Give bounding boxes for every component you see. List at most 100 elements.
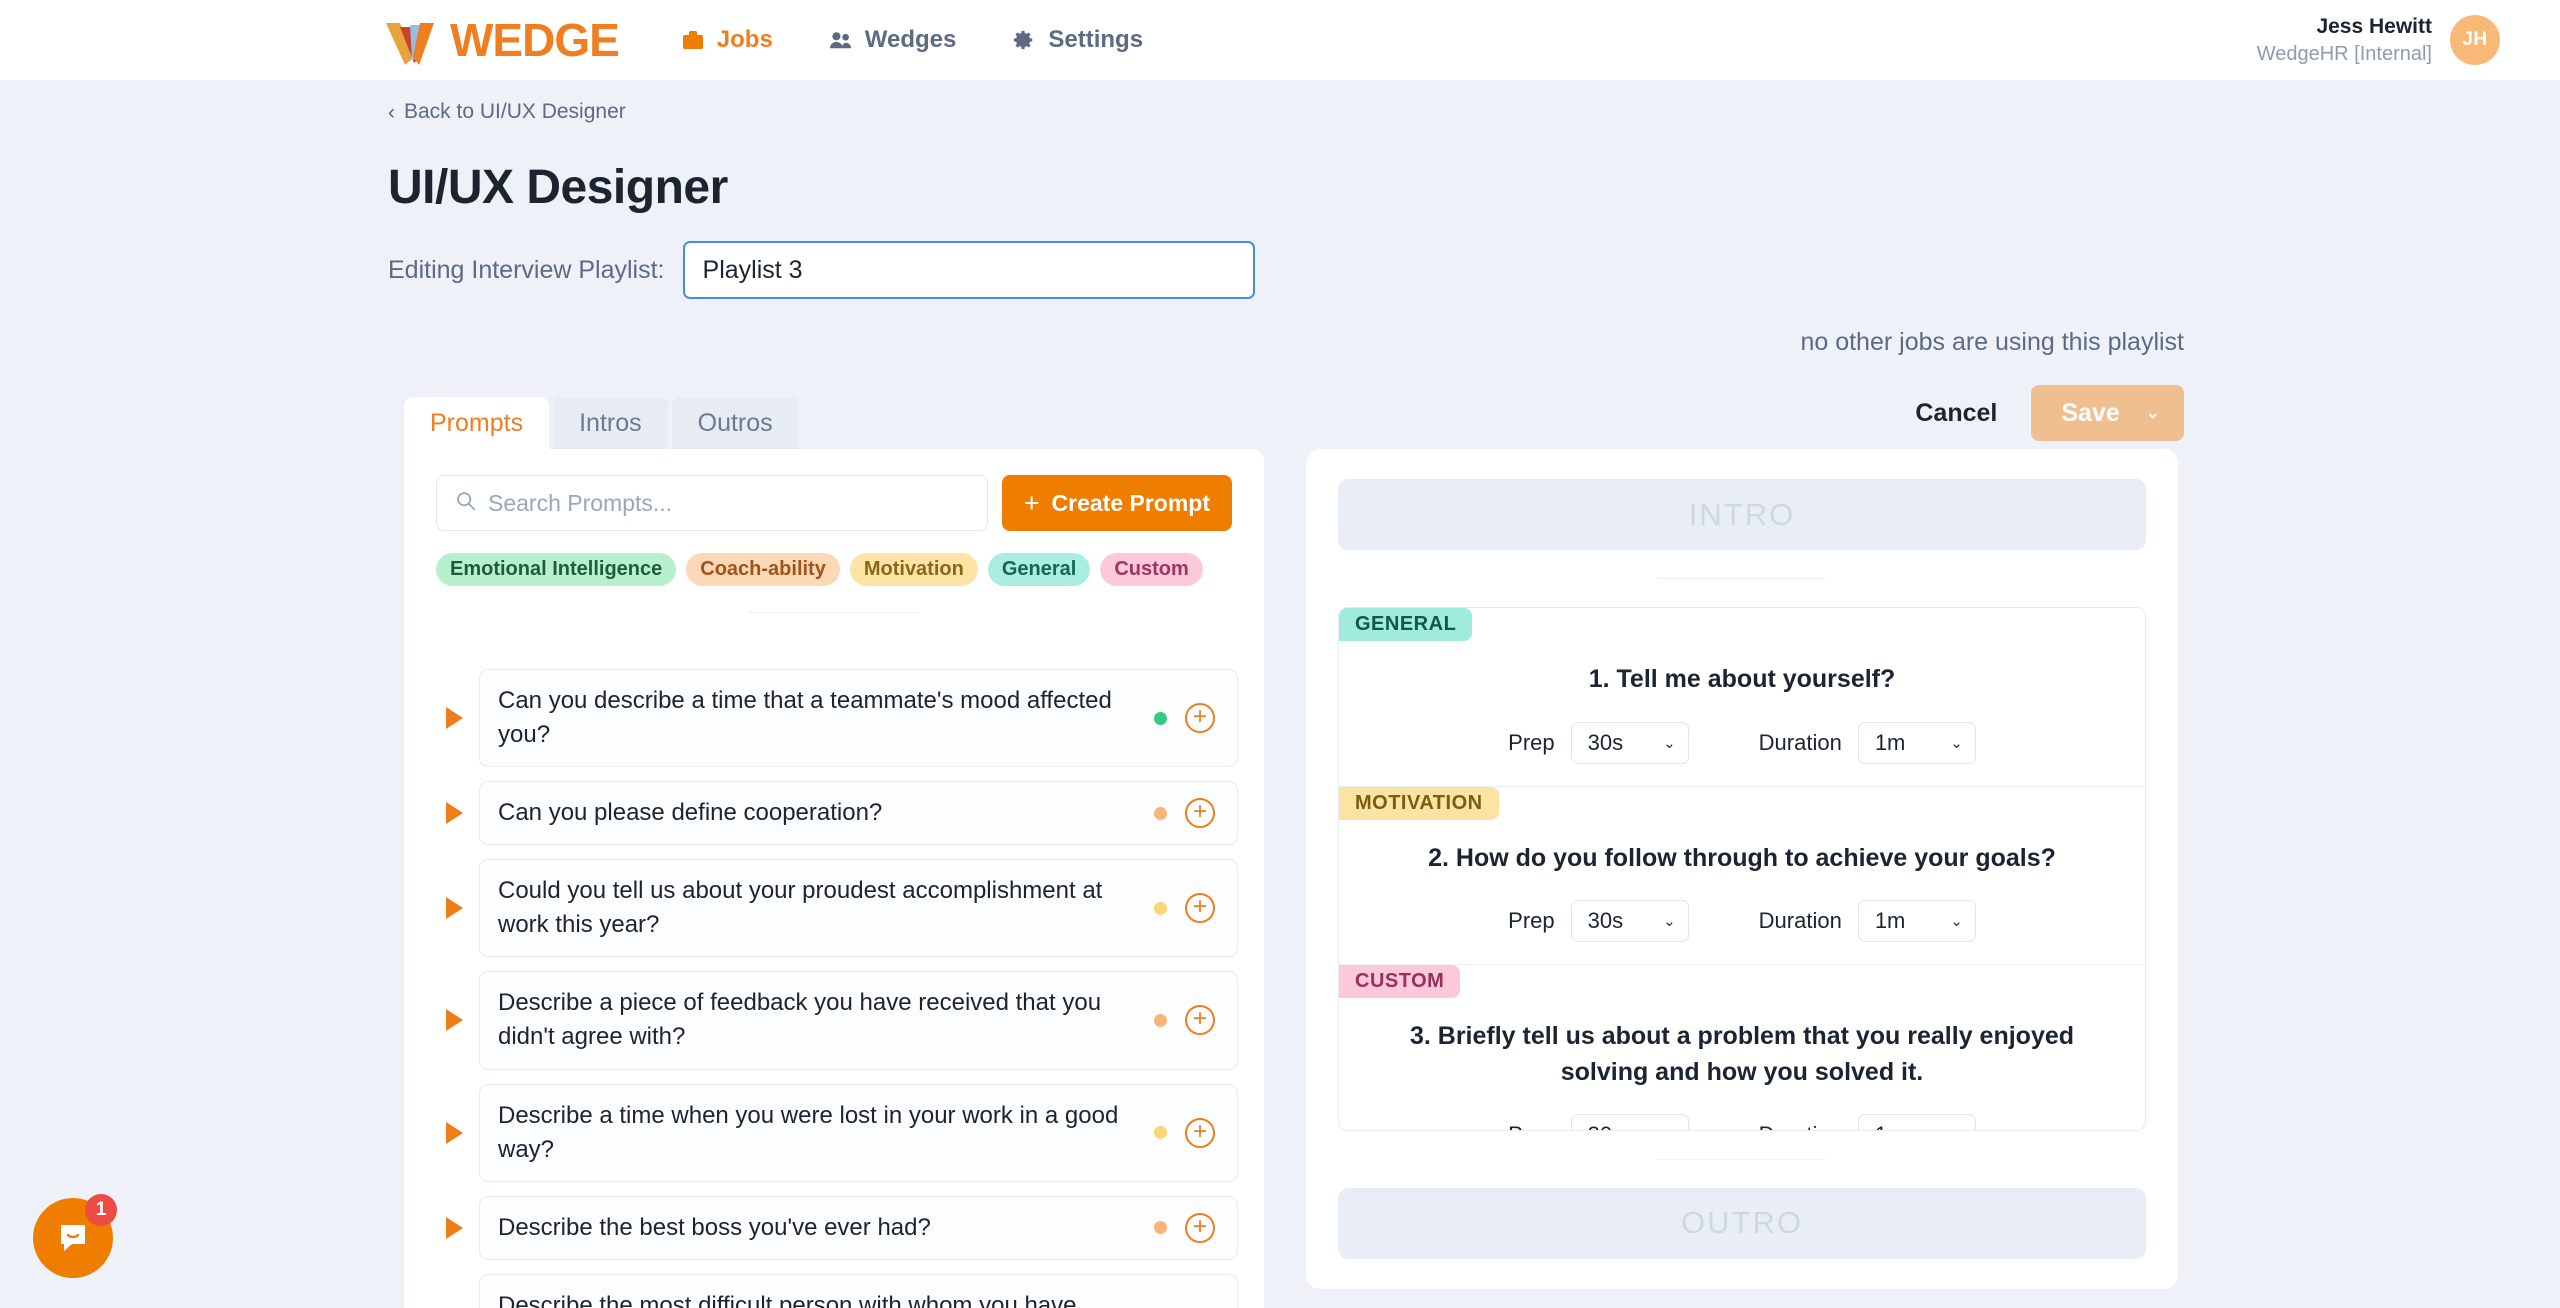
tab-prompts[interactable]: Prompts [404, 397, 550, 449]
prompt-text: Describe a piece of feedback you have re… [498, 989, 1102, 1051]
duration-select[interactable]: 1m ⌄ [1857, 721, 1976, 764]
search-input[interactable] [488, 489, 969, 517]
duration-select[interactable]: 1m ⌄ [1857, 899, 1976, 942]
prompt-text: Describe the best boss you've ever had? [498, 1213, 931, 1241]
nav-label-wedges: Wedges [864, 26, 957, 53]
intercom-launcher-button[interactable]: 1 [33, 1194, 117, 1278]
prompt-card[interactable]: Describe a time when you were lost in yo… [479, 1083, 1238, 1182]
prep-value: 30s [1588, 1122, 1623, 1129]
filter-pill[interactable]: Coach-ability [686, 553, 840, 586]
prompt-text: Can you describe a time that a teammate'… [498, 687, 1112, 749]
prompt-list-item: Could you tell us about your proudest ac… [430, 859, 1238, 958]
intro-divider [1658, 578, 1826, 580]
wedge-logo[interactable]: WEDGE [386, 14, 620, 66]
prompt-card[interactable]: Can you describe a time that a teammate'… [479, 669, 1238, 768]
prompt-list-item: Can you describe a time that a teammate'… [430, 669, 1238, 768]
nav-item-jobs[interactable]: Jobs [681, 26, 773, 54]
question-text: 1. Tell me about yourself? [1588, 665, 1896, 694]
chevron-down-icon: ⌄ [1663, 912, 1676, 930]
playlist-name-input[interactable] [682, 241, 1255, 299]
add-prompt-icon[interactable]: + [1185, 703, 1215, 734]
playlist-question[interactable]: GENERAL 1. Tell me about yourself? Prep 30s… [1339, 608, 2145, 785]
chevron-down-icon: ⌄ [1950, 1126, 1963, 1129]
prep-value: 30s [1587, 729, 1624, 755]
category-filter-pills: Emotional Intelligence Coach-ability Motiv… [404, 531, 1264, 586]
add-prompt-icon[interactable]: + [1185, 1117, 1215, 1148]
avatar[interactable]: JH [2450, 15, 2500, 65]
play-preview-icon[interactable] [446, 707, 463, 730]
playlist-question[interactable]: CUSTOM 3. Briefly tell us about a problem… [1339, 963, 2145, 1130]
filter-pill[interactable]: Custom [1100, 553, 1203, 586]
prompt-card[interactable]: Can you please define cooperation? + [479, 781, 1238, 846]
question-timing-controls: Prep 30s ⌄ Duration 1m ⌄ [1339, 1114, 2145, 1130]
nav-label-jobs: Jobs [716, 26, 773, 53]
duration-value: 1m [1875, 1122, 1906, 1129]
prompt-category-dot [1154, 1126, 1167, 1140]
add-prompt-icon[interactable]: + [1185, 893, 1215, 924]
add-prompt-icon[interactable]: + [1185, 798, 1215, 829]
play-preview-icon[interactable] [446, 897, 463, 920]
chevron-down-icon: ⌄ [1663, 1126, 1676, 1129]
user-name: Jess Hewitt [2316, 15, 2432, 39]
prompt-category-dot [1154, 1221, 1167, 1235]
prep-select[interactable]: 30s ⌄ [1570, 721, 1689, 764]
prompt-list-item: Can you please define cooperation? + [430, 781, 1238, 846]
page-title: UI/UX Designer [388, 161, 728, 214]
prep-label: Prep [1508, 1122, 1554, 1129]
top-navigation-bar: WEDGE Jobs Wedges Settings Jess Hewitt W… [0, 0, 2560, 80]
prompt-card[interactable]: Describe the best boss you've ever had? + [479, 1195, 1238, 1260]
filter-pill[interactable]: Emotional Intelligence [436, 553, 677, 586]
question-category-tag: MOTIVATION [1339, 786, 1499, 820]
prompt-card[interactable]: Could you tell us about your proudest ac… [479, 859, 1238, 958]
prompt-text: Can you please define cooperation? [498, 799, 883, 827]
play-preview-icon[interactable] [446, 1009, 463, 1032]
playlist-question[interactable]: MOTIVATION 2. How do you follow through t… [1339, 785, 2145, 964]
prep-label: Prep [1508, 729, 1555, 755]
duration-select[interactable]: 1m ⌄ [1857, 1114, 1976, 1130]
cancel-button[interactable]: Cancel [1915, 399, 1997, 428]
play-preview-icon[interactable] [446, 1216, 463, 1239]
wedge-logo-text: WEDGE [450, 14, 620, 66]
prep-select[interactable]: 30s ⌄ [1570, 1114, 1689, 1130]
add-prompt-icon[interactable]: + [1185, 1212, 1215, 1243]
user-organization: WedgeHR [Internal] [2256, 42, 2432, 65]
prompt-card[interactable]: Describe the most difficult person with … [479, 1273, 1238, 1308]
intro-slot[interactable]: INTRO [1338, 479, 2146, 551]
nav-item-settings[interactable]: Settings [1012, 26, 1143, 54]
prep-select[interactable]: 30s ⌄ [1570, 899, 1689, 942]
chevron-down-icon: ⌄ [1950, 912, 1963, 930]
breadcrumb[interactable]: ‹ Back to UI/UX Designer [388, 100, 626, 124]
prep-label: Prep [1508, 907, 1555, 933]
duration-label: Duration [1758, 907, 1842, 933]
gear-icon [1012, 28, 1036, 52]
create-prompt-label: Create Prompt [1051, 489, 1210, 516]
prompt-category-dot [1154, 1013, 1167, 1027]
list-divider [749, 612, 919, 613]
people-icon [829, 28, 853, 52]
tab-intros[interactable]: Intros [553, 397, 668, 449]
tab-outros[interactable]: Outros [671, 397, 799, 449]
outro-slot[interactable]: OUTRO [1338, 1187, 2146, 1260]
wedge-logo-mark [386, 23, 448, 65]
prompt-list-item: Describe a piece of feedback you have re… [430, 971, 1238, 1070]
add-prompt-icon[interactable]: + [1185, 1005, 1215, 1036]
duration-label: Duration [1758, 729, 1842, 755]
duration-label: Duration [1759, 1122, 1842, 1129]
filter-pill[interactable]: Motivation [849, 553, 978, 586]
prompt-list-scroll[interactable]: Can you describe a time that a teammate'… [404, 645, 1264, 1308]
create-prompt-button[interactable]: + Create Prompt [1001, 475, 1232, 531]
play-preview-icon[interactable] [446, 1121, 463, 1144]
save-button[interactable]: Save ⌄ [2031, 385, 2184, 441]
prompt-card[interactable]: Describe a piece of feedback you have re… [479, 971, 1238, 1070]
duration-control: Duration 1m ⌄ [1758, 899, 1976, 942]
prompt-list-item: Describe the best boss you've ever had? + [430, 1195, 1238, 1260]
user-account-area[interactable]: Jess Hewitt WedgeHR [Internal] JH [2257, 0, 2500, 80]
chevron-down-icon[interactable]: ⌄ [2146, 403, 2160, 423]
play-preview-icon[interactable] [446, 802, 463, 825]
nav-item-wedges[interactable]: Wedges [829, 26, 957, 54]
prompt-list-item: Describe a time when you were lost in yo… [430, 1083, 1238, 1182]
search-box[interactable] [436, 475, 988, 531]
filter-pill[interactable]: General [987, 553, 1091, 586]
main-content: + Create Prompt Emotional Intelligence Co… [404, 449, 2178, 1308]
user-identity: Jess Hewitt WedgeHR [Internal] [2257, 13, 2432, 66]
